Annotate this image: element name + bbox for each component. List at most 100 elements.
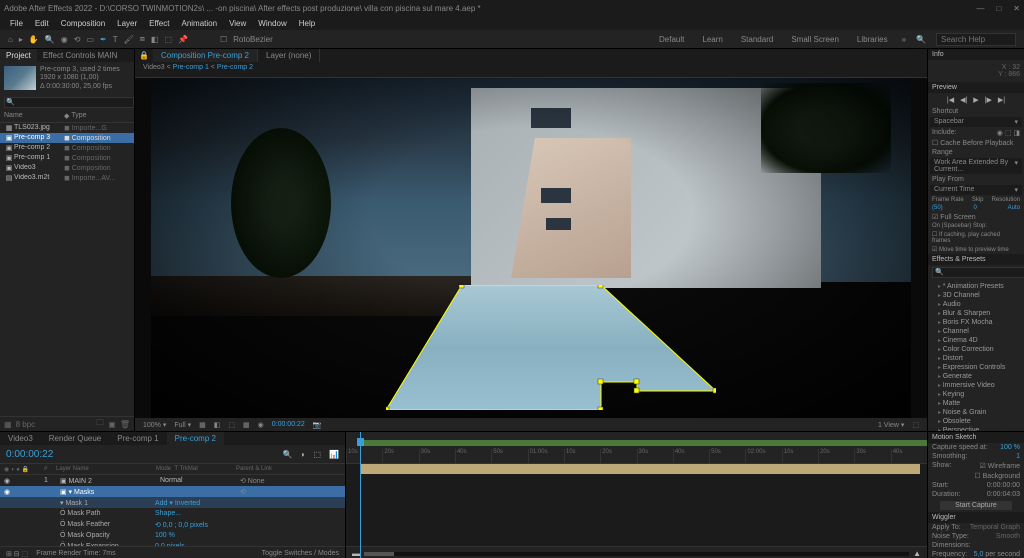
ruler-tick[interactable]: 50s	[709, 449, 745, 463]
ruler-tick[interactable]: 30s	[854, 449, 890, 463]
tl-tab-video3[interactable]: Video3	[0, 432, 41, 445]
effect-category[interactable]: Matte	[928, 399, 1024, 408]
wiggler-apply-dropdown[interactable]: Temporal Graph	[970, 524, 1020, 531]
sketch-speed-input[interactable]: 100 %	[1000, 444, 1020, 451]
playhead[interactable]	[360, 432, 361, 558]
roto-tool-icon[interactable]: ⬚	[164, 35, 172, 44]
home-icon[interactable]: ⌂	[8, 35, 13, 44]
sketch-panel-title[interactable]: Motion Sketch	[928, 432, 1024, 443]
rotate-tool-icon[interactable]: ⟲	[74, 35, 81, 44]
ruler-tick[interactable]: 10s	[564, 449, 600, 463]
snapshot-icon[interactable]: 📷	[313, 421, 322, 429]
rect-tool-icon[interactable]: ▭	[86, 35, 94, 44]
tab-project[interactable]: Project	[0, 49, 37, 62]
tl-graph-icon[interactable]: 📊	[329, 450, 339, 459]
maximize-icon[interactable]: □	[996, 4, 1001, 13]
movetime-checkbox[interactable]: ☑ Move time to preview time	[932, 246, 1009, 253]
wireframe-checkbox[interactable]: ☑	[979, 463, 985, 470]
region-icon[interactable]: ⬚	[228, 421, 235, 429]
menu-layer[interactable]: Layer	[111, 17, 143, 30]
tl-tab-render[interactable]: Render Queue	[41, 432, 109, 445]
effect-category[interactable]: 3D Channel	[928, 291, 1024, 300]
ruler-tick[interactable]: 10s	[346, 449, 382, 463]
skip-input[interactable]: 0	[973, 205, 976, 211]
workspace-standard[interactable]: Standard	[737, 34, 777, 45]
ruler-tick[interactable]: 50s	[491, 449, 527, 463]
trash-icon[interactable]: 🗑	[120, 420, 130, 429]
brush-tool-icon[interactable]: 🖌	[124, 35, 134, 44]
fullscreen-checkbox[interactable]: ☑ Full Screen	[932, 213, 976, 221]
effect-category[interactable]: Boris FX Mocha	[928, 318, 1024, 327]
menu-edit[interactable]: Edit	[29, 17, 55, 30]
transparency-icon[interactable]: ▦	[199, 421, 206, 429]
new-folder-icon[interactable]: 🗀	[96, 417, 104, 431]
effect-category[interactable]: * Animation Presets	[928, 282, 1024, 291]
workspace-default[interactable]: Default	[655, 34, 688, 45]
layer-bar-main2[interactable]	[360, 464, 920, 474]
effect-category[interactable]: Immersive Video	[928, 381, 1024, 390]
project-item[interactable]: ▦TLS023.jpg◼ Importe...G	[0, 123, 134, 133]
stamp-tool-icon[interactable]: ⧈	[140, 34, 145, 44]
wiggler-panel-title[interactable]: Wiggler	[928, 512, 1024, 523]
timeline-property[interactable]: ▾ Mask 1Add ▾ Inverted	[0, 497, 345, 508]
timeline-property[interactable]: Ö Mask Opacity100 %	[0, 530, 345, 541]
view-layout-dropdown[interactable]: 1 View ▾	[878, 421, 904, 429]
draft3d-icon[interactable]: ⬚	[912, 421, 919, 429]
interpret-icon[interactable]: ▦	[4, 420, 12, 429]
workspace-small[interactable]: Small Screen	[787, 34, 843, 45]
ruler-tick[interactable]: 40s	[455, 449, 491, 463]
effect-category[interactable]: Expression Controls	[928, 363, 1024, 372]
ruler-tick[interactable]: 01:00s	[528, 449, 564, 463]
ruler-tick[interactable]: 40s	[673, 449, 709, 463]
work-area-bar[interactable]	[360, 440, 927, 446]
timeline-property[interactable]: Ö Mask Feather⟲ 0,0 ; 0,0 pixels	[0, 519, 345, 530]
effect-category[interactable]: Channel	[928, 327, 1024, 336]
effect-category[interactable]: Noise & Grain	[928, 408, 1024, 417]
ruler-tick[interactable]: 40s	[891, 449, 927, 463]
flowchart-breadcrumb[interactable]: Video3 < Pre-comp 1 < Pre-comp 2	[135, 62, 927, 78]
play-icon[interactable]: ▶	[973, 96, 978, 104]
start-capture-button[interactable]: Start Capture	[940, 501, 1012, 510]
composition-viewer[interactable]	[135, 78, 927, 418]
viewer-timecode[interactable]: 0:00:00:22	[272, 421, 305, 428]
mask-toggle-icon[interactable]: ◧	[214, 421, 221, 429]
ruler-tick[interactable]: 02:00s	[745, 449, 781, 463]
effect-category[interactable]: Generate	[928, 372, 1024, 381]
ruler-tick[interactable]: 20s	[600, 449, 636, 463]
guides-icon[interactable]: ▦	[243, 421, 250, 429]
project-search-input[interactable]	[4, 97, 134, 108]
puppet-tool-icon[interactable]: 📌	[178, 35, 188, 44]
effect-category[interactable]: Color Correction	[928, 345, 1024, 354]
project-item[interactable]: ▣Pre-comp 3◼ Composition	[0, 133, 134, 143]
tab-layer[interactable]: Layer (none)	[258, 49, 320, 62]
effect-category[interactable]: Distort	[928, 354, 1024, 363]
cached-checkbox[interactable]: ☐ If caching, play cached frames	[932, 231, 1020, 244]
sketch-smoothing-input[interactable]: 1	[1016, 453, 1020, 460]
tl-shy-icon[interactable]: ◗	[301, 450, 306, 459]
col-name[interactable]: Name	[4, 112, 64, 120]
zoom-out-icon[interactable]: ▬	[352, 549, 360, 558]
effect-category[interactable]: Cinema 4D	[928, 336, 1024, 345]
ruler-tick[interactable]: 10s	[782, 449, 818, 463]
zoom-tool-icon[interactable]: 🔍	[45, 35, 55, 44]
workspace-more-icon[interactable]: »	[902, 35, 906, 44]
hand-tool-icon[interactable]: ✋	[29, 35, 39, 44]
zoom-slider[interactable]	[364, 552, 909, 556]
info-panel-title[interactable]: Info	[928, 49, 1024, 60]
eraser-tool-icon[interactable]: ◧	[151, 35, 159, 44]
effects-panel-title[interactable]: Effects & Presets	[928, 254, 1024, 265]
effect-category[interactable]: Blur & Sharpen	[928, 309, 1024, 318]
pen-tool-icon[interactable]: ✒	[100, 35, 107, 44]
timeline-property[interactable]: Ö Mask PathShape...	[0, 508, 345, 519]
effect-category[interactable]: Perspective	[928, 426, 1024, 431]
workspace-learn[interactable]: Learn	[698, 34, 726, 45]
first-frame-icon[interactable]: |◀	[947, 96, 954, 104]
timeline-layer[interactable]: ◉▣ ▾ Masks⟲	[0, 486, 345, 497]
rotobezier-checkbox[interactable]: ☐	[220, 35, 227, 44]
playfrom-dropdown[interactable]: Current Time▾	[930, 185, 1022, 195]
menu-view[interactable]: View	[223, 17, 252, 30]
tab-composition[interactable]: Composition Pre-comp 2	[153, 49, 258, 62]
preview-panel-title[interactable]: Preview	[928, 82, 1024, 93]
shortcut-dropdown[interactable]: Spacebar▾	[930, 117, 1022, 127]
wiggler-freq-input[interactable]: 5,0	[974, 551, 984, 558]
